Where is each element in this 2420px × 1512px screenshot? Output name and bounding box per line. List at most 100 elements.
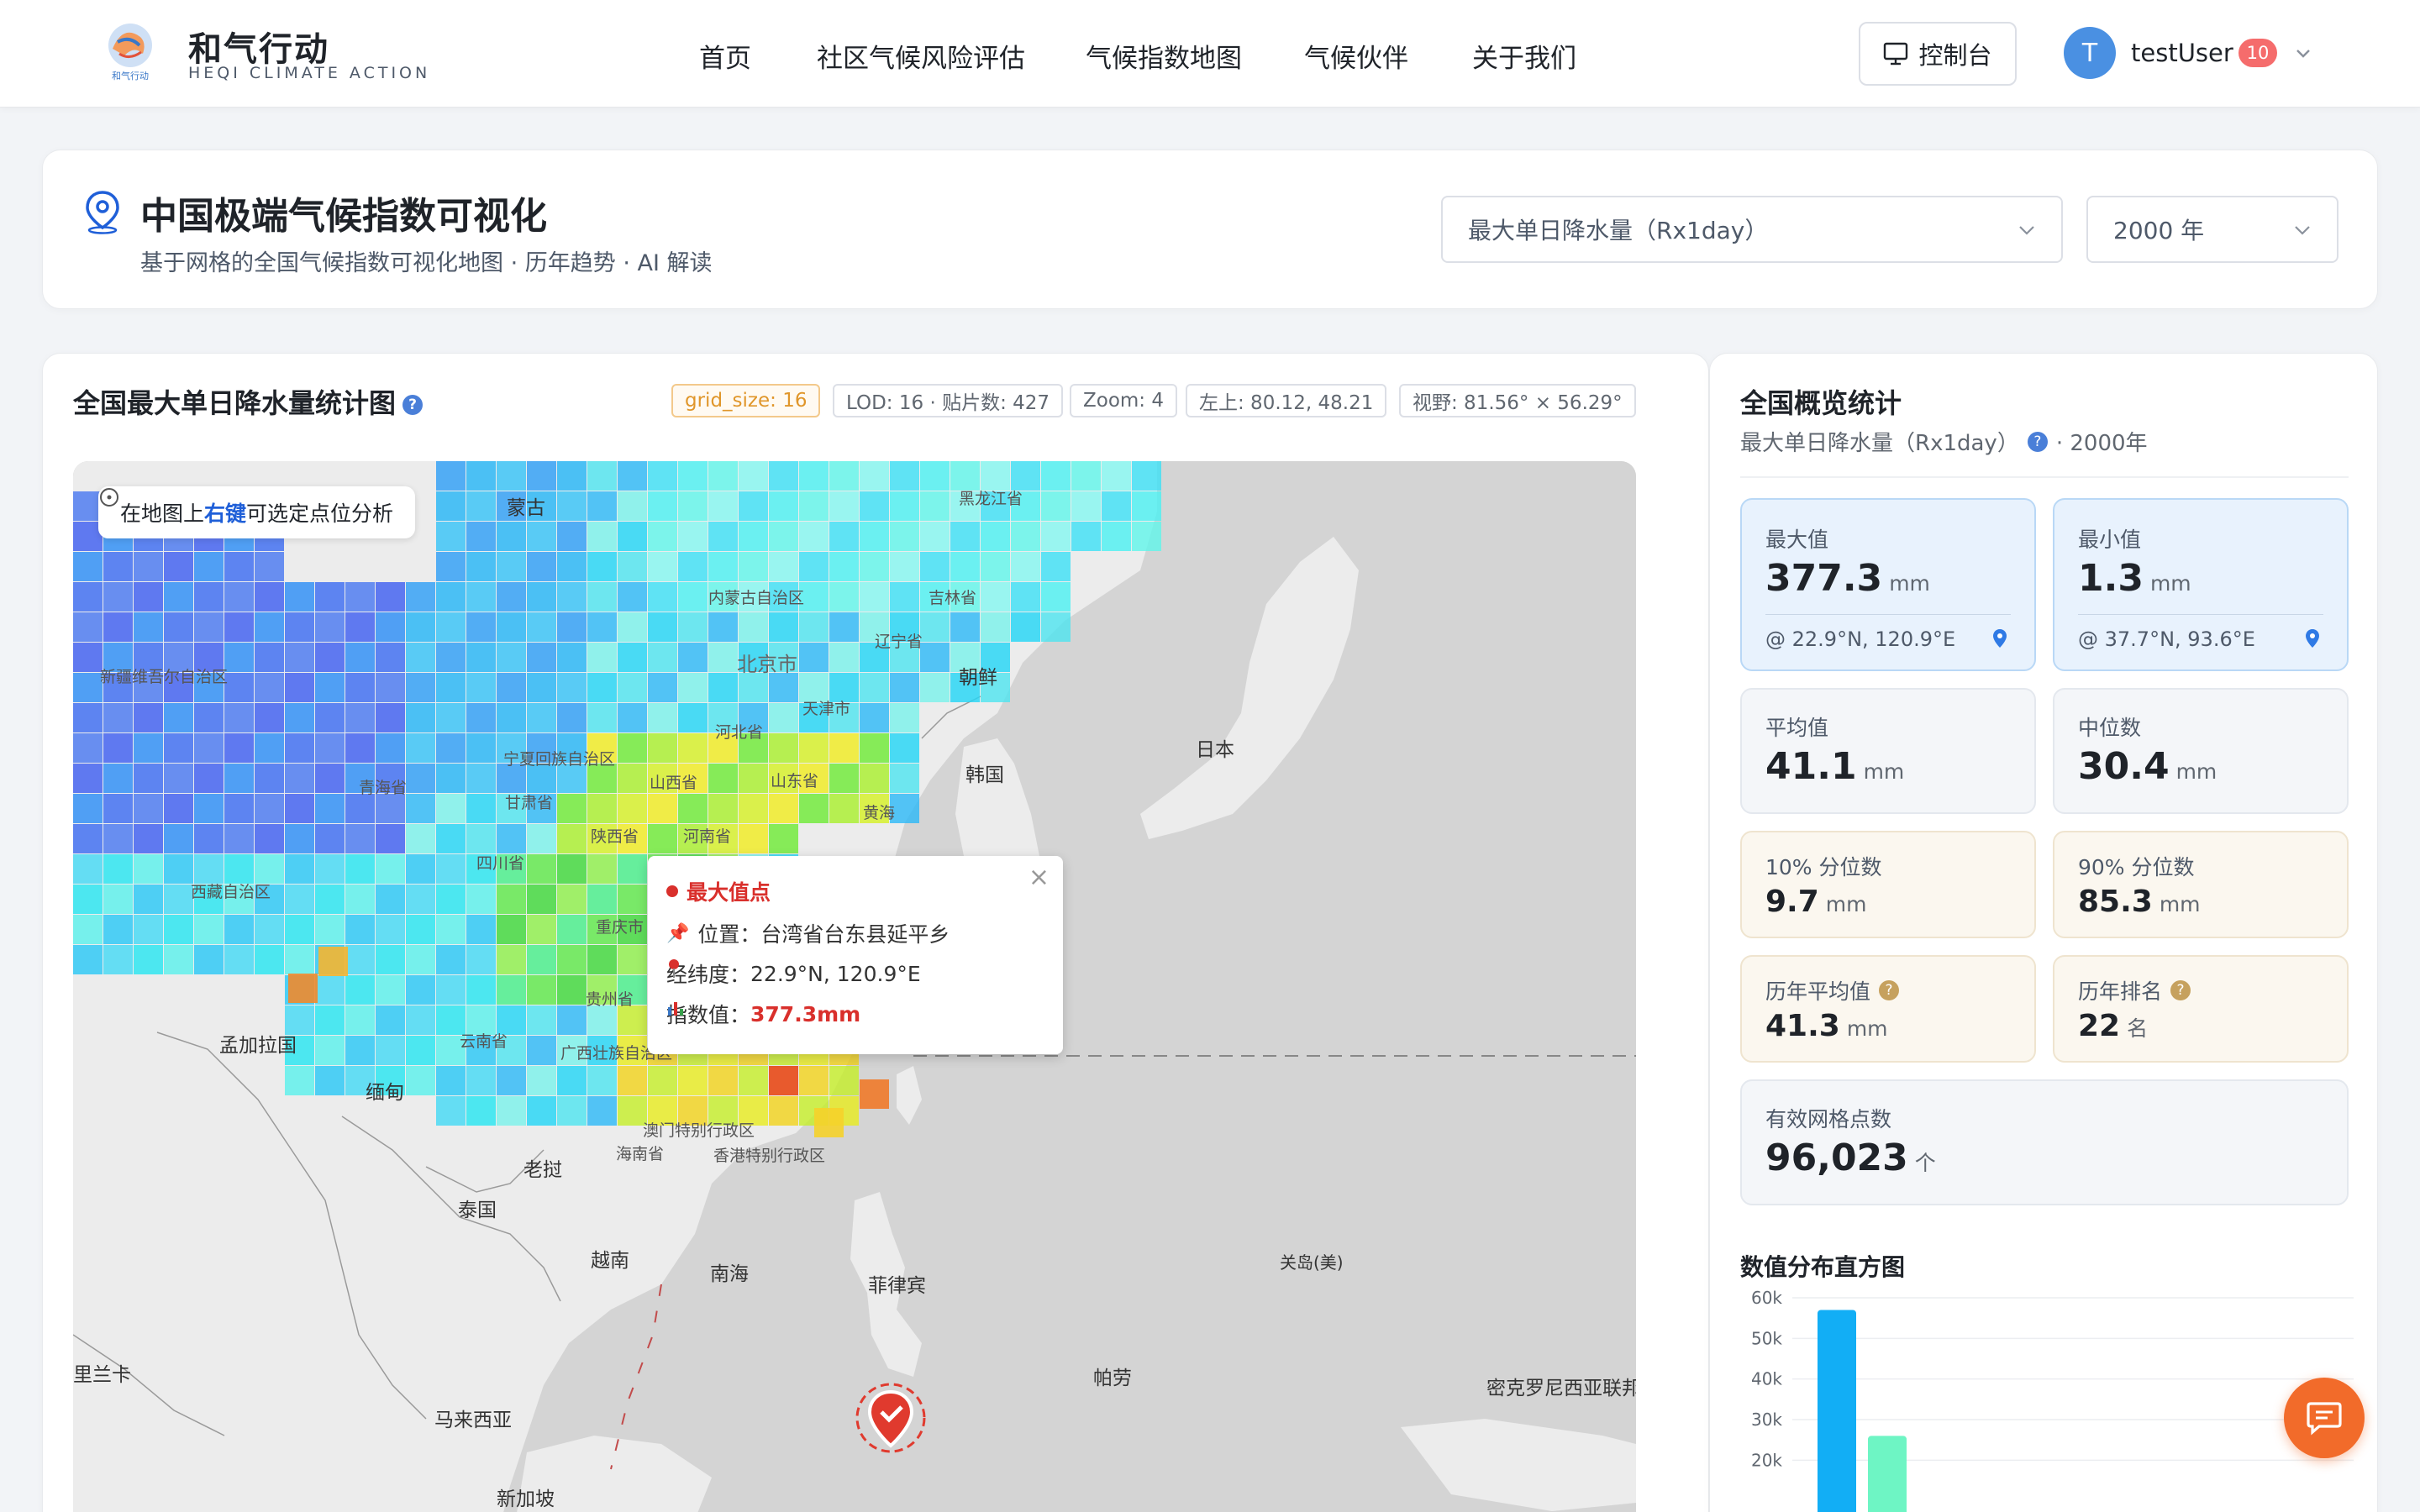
map-label: 重庆市 [596,918,644,937]
grid-tile [618,522,647,551]
grid-tile [497,552,526,581]
grid-tile [678,491,708,521]
grid-tile [769,491,798,521]
grid-tile [406,612,435,642]
grid-tile [920,552,950,581]
nav-climate-map[interactable]: 气候指数地图 [1086,37,1242,75]
grid-tile [134,733,163,763]
stats-title: 全国概览统计 [1740,387,1902,419]
y-tick-label: 40k [1751,1369,1782,1389]
avatar[interactable]: T [2064,27,2116,79]
grid-tile [345,673,375,702]
climate-map[interactable]: 在地图上 右键 可选定点位分析 蒙古 黑龙江省 内蒙古自治区 吉林省 辽宁省 北京市… [73,461,1636,1512]
index-select[interactable]: 最大单日降水量（Rx1day） [1441,196,2063,263]
grid-tile [618,764,647,793]
grid-tile [285,673,314,702]
nav-about[interactable]: 关于我们 [1472,37,1576,75]
grid-tile [466,491,496,521]
stat-unit: mm [1846,1016,1888,1041]
grid-tile [406,673,435,702]
stat-label: 中位数 [2078,716,2142,740]
stat-unit: 名 [2127,1016,2149,1041]
grid-tile [134,885,163,914]
grid-tile [678,612,708,642]
grid-tile [648,824,677,853]
map-label: 四川省 [476,854,525,873]
year-select[interactable]: 2000 年 [2086,196,2338,263]
grid-tile [315,703,345,732]
grid-tile [799,552,829,581]
grid-tile [134,764,163,793]
map-label: 内蒙古自治区 [708,589,805,607]
stat-value: 41.3 mm [1765,1009,1888,1043]
chat-button[interactable] [2284,1378,2365,1458]
map-label: 南海 [710,1263,749,1285]
help-icon[interactable]: ? [2170,980,2191,1000]
nav-community-risk[interactable]: 社区气候风险评估 [817,37,1025,75]
grid-tile [860,461,889,491]
grid-tile [224,612,254,642]
monitor-icon [1884,42,1908,66]
stat-unit: mm [1825,892,1867,916]
grid-tile [73,552,103,581]
grid-tile [769,673,798,702]
grid-tile [527,945,556,974]
help-icon[interactable]: ? [2027,431,2048,452]
grid-tile [164,945,193,974]
help-icon[interactable]: ? [1879,980,1900,1000]
grid-tile [103,885,133,914]
grid-tile [315,733,345,763]
stats-card: 全国概览统计 最大单日降水量（Rx1day） ? · 2000年 最大值 377… [1709,353,2378,1512]
grid-tile [285,1066,314,1095]
grid-tile [981,522,1010,551]
grid-tile [73,612,103,642]
grid-tile [769,1096,798,1126]
grid-tile [1011,522,1040,551]
logo[interactable]: 和气行动 [101,20,160,84]
grid-tile [466,764,496,793]
stats-subtitle-year: · 2000年 [2055,431,2148,456]
map-label: 日本 [1196,739,1234,761]
map-label: 黄海 [863,804,896,822]
grid-tile [224,733,254,763]
grid-tile [920,673,950,702]
grid-tile [164,703,193,732]
grid-tile [345,824,375,853]
popup-location-row: 📌 位置： 台湾省台东县延平乡 [666,918,950,948]
map-label: 菲律宾 [868,1275,926,1297]
grid-tile [890,491,919,521]
top-navbar: 和气行动 和气行动 HEQI CLIMATE ACTION 首页 社区气候风险评… [0,0,2420,108]
location-pin-icon[interactable] [1991,627,2009,649]
grid-tile [557,552,587,581]
grid-tile [285,915,314,944]
grid-tile [829,522,859,551]
grid-tile [557,582,587,612]
map-label: 帕劳 [1093,1368,1132,1389]
location-pin-icon[interactable] [2303,627,2322,649]
grid-tile [164,854,193,884]
chevron-down-icon[interactable] [2291,40,2316,66]
close-icon[interactable]: × [1028,863,1050,892]
max-point-marker[interactable] [853,1380,929,1467]
grid-tile [587,1005,617,1035]
grid-tile [497,612,526,642]
grid-tile [466,733,496,763]
map-label: 朝鲜 [959,667,997,689]
nav-home[interactable]: 首页 [699,37,751,75]
grid-tile [648,794,677,823]
console-button[interactable]: 控制台 [1859,22,2017,86]
grid-tile [194,703,224,732]
nav-partners[interactable]: 气候伙伴 [1304,37,1408,75]
grid-tile [769,522,798,551]
grid-tile [587,854,617,884]
map-label: 山东省 [771,772,819,790]
popup-location-label: 位置： [697,922,761,947]
grid-tile [466,975,496,1005]
grid-tile [860,733,889,763]
username[interactable]: testUser [2131,39,2233,67]
grid-tile [194,582,224,612]
grid-tile [587,1096,617,1126]
grid-tile [527,824,556,853]
help-icon[interactable]: ? [402,395,424,415]
top-left-tag: 左上: 80.12, 48.21 [1186,384,1387,417]
